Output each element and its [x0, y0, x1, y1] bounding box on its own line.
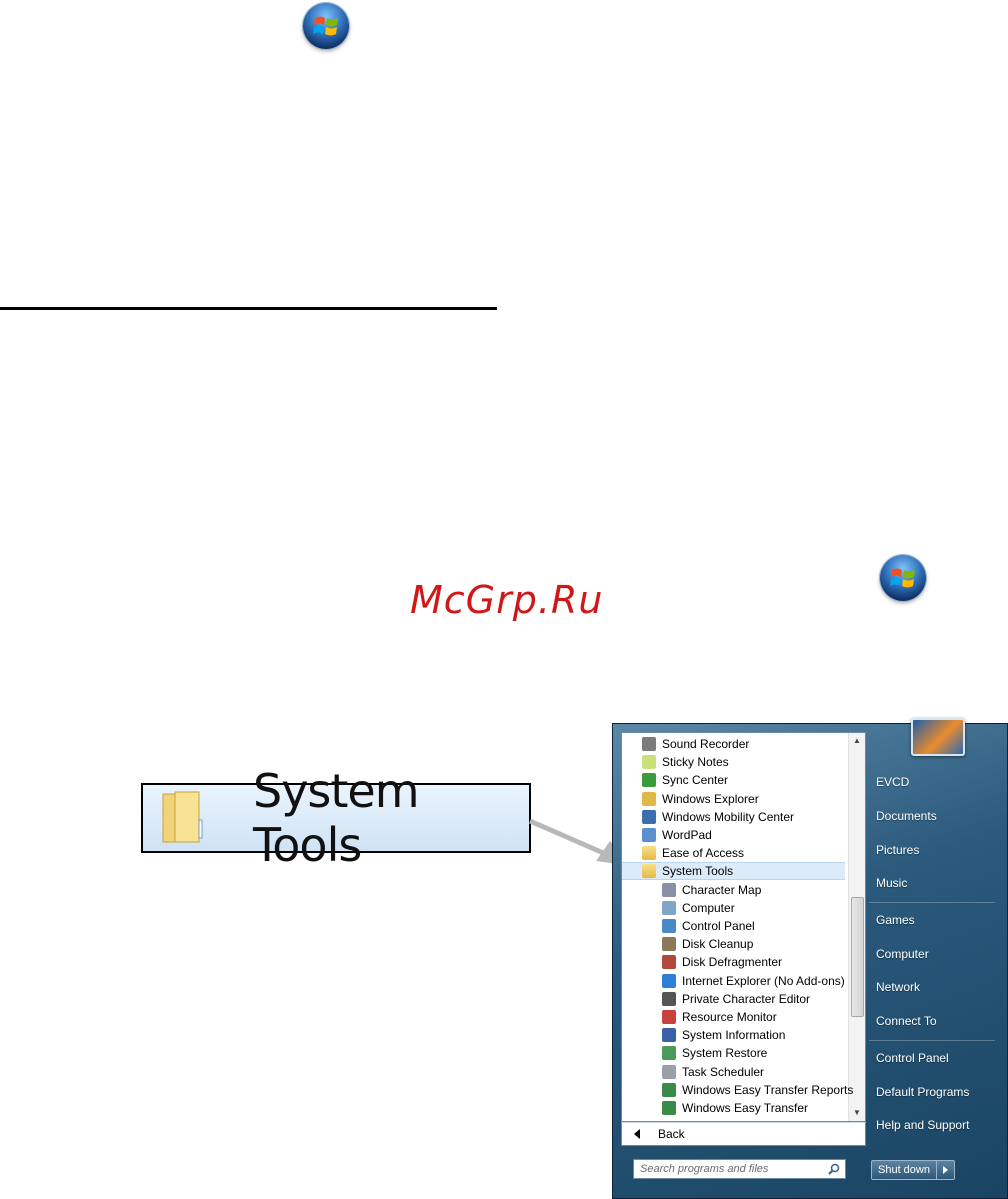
- program-label: Task Scheduler: [682, 1064, 765, 1079]
- scrollbar-thumb[interactable]: [851, 897, 864, 1017]
- program-item[interactable]: Windows Easy Transfer: [622, 1099, 808, 1117]
- program-item[interactable]: Character Map: [622, 881, 761, 899]
- program-label: Disk Defragmenter: [682, 955, 783, 970]
- games-link[interactable]: Games: [876, 913, 915, 927]
- start-orb-icon: [880, 555, 926, 601]
- search-icon[interactable]: [828, 1163, 840, 1175]
- default-programs-link[interactable]: Default Programs: [876, 1085, 969, 1099]
- program-label: System Information: [682, 1028, 786, 1043]
- system-restore-icon: [662, 1046, 676, 1061]
- laptop-icon: [642, 809, 656, 824]
- program-item[interactable]: Windows Explorer: [622, 790, 759, 808]
- control-panel-link[interactable]: Control Panel: [876, 1051, 949, 1065]
- program-label: Resource Monitor: [682, 1010, 777, 1024]
- clock-icon: [662, 1064, 676, 1079]
- system-tools-callout: System Tools: [141, 764, 531, 872]
- program-label: System Tools: [662, 864, 734, 879]
- back-arrow-icon: [634, 1129, 640, 1139]
- sticky-notes-icon: [642, 755, 656, 770]
- program-item[interactable]: Sticky Notes: [622, 753, 729, 771]
- callout-label: System Tools: [253, 764, 420, 872]
- start-menu: ▲ ▼ Sound Recorder Sticky Notes Sync Cente…: [612, 718, 1008, 1199]
- connect-to-link[interactable]: Connect To: [876, 1014, 937, 1028]
- scroll-up-arrow-icon[interactable]: ▲: [849, 733, 865, 749]
- network-link[interactable]: Network: [876, 980, 920, 994]
- pictures-link[interactable]: Pictures: [876, 843, 919, 857]
- back-button[interactable]: Back: [621, 1122, 866, 1146]
- scroll-down-arrow-icon[interactable]: ▼: [849, 1105, 865, 1121]
- horizontal-rule: [0, 307, 497, 310]
- program-item[interactable]: Control Panel: [622, 917, 755, 935]
- disk-cleanup-icon: [662, 937, 676, 952]
- easy-transfer-icon: [662, 1082, 676, 1097]
- program-item[interactable]: Private Character Editor: [622, 990, 810, 1008]
- easy-transfer-icon: [662, 1101, 676, 1115]
- program-item[interactable]: Computer: [622, 899, 735, 917]
- control-panel-icon: [662, 919, 676, 933]
- search-input[interactable]: Search programs and files: [633, 1159, 846, 1179]
- program-label: Internet Explorer (No Add-ons): [682, 973, 845, 988]
- menu-separator: [869, 1040, 995, 1041]
- scrollbar[interactable]: ▲ ▼: [848, 733, 865, 1121]
- program-item[interactable]: Windows Easy Transfer Reports: [622, 1081, 853, 1099]
- program-item[interactable]: Disk Defragmenter: [622, 953, 782, 971]
- folder-icon: [642, 846, 656, 861]
- programs-list: ▲ ▼ Sound Recorder Sticky Notes Sync Cente…: [621, 732, 866, 1122]
- program-item[interactable]: Task Scheduler: [622, 1063, 764, 1081]
- sync-icon: [642, 773, 656, 788]
- shutdown-options-arrow-icon[interactable]: [936, 1160, 955, 1180]
- program-label: Windows Easy Transfer Reports: [682, 1082, 854, 1097]
- user-name-link[interactable]: EVCD: [876, 775, 909, 789]
- program-item[interactable]: Disk Cleanup: [622, 935, 753, 953]
- program-item[interactable]: Sync Center: [622, 771, 728, 789]
- microphone-icon: [642, 737, 656, 751]
- user-avatar[interactable]: [911, 718, 965, 756]
- program-item[interactable]: System Restore: [622, 1044, 767, 1062]
- program-item[interactable]: System Information: [622, 1026, 785, 1044]
- computer-icon: [662, 900, 676, 915]
- resource-monitor-icon: [662, 1010, 676, 1024]
- program-item[interactable]: Internet Explorer (No Add-ons): [622, 972, 845, 990]
- program-label: Sticky Notes: [662, 755, 729, 770]
- program-item[interactable]: Ease of Access: [622, 844, 744, 862]
- folder-explorer-icon: [642, 791, 656, 806]
- program-label: Private Character Editor: [682, 991, 811, 1006]
- internet-explorer-icon: [662, 973, 676, 988]
- watermark: McGrp.Ru: [410, 578, 604, 622]
- program-label: Ease of Access: [662, 846, 745, 861]
- folder-icon: [642, 864, 656, 879]
- program-item[interactable]: WordPad: [622, 826, 712, 844]
- back-label: Back: [658, 1127, 685, 1141]
- program-label: Windows Mobility Center: [662, 809, 795, 824]
- folder-icon: [161, 790, 209, 846]
- program-label: Windows Easy Transfer: [682, 1101, 809, 1115]
- shutdown-button[interactable]: Shut down: [871, 1160, 937, 1180]
- program-label: Sync Center: [662, 773, 729, 788]
- program-item[interactable]: Resource Monitor: [622, 1008, 777, 1026]
- program-label: Windows Explorer: [662, 791, 759, 806]
- music-link[interactable]: Music: [876, 876, 907, 890]
- program-label: System Restore: [682, 1046, 768, 1061]
- wordpad-icon: [642, 828, 656, 842]
- search-placeholder: Search programs and files: [640, 1163, 769, 1175]
- program-item[interactable]: Sound Recorder: [622, 735, 749, 753]
- program-label: Computer: [682, 900, 735, 915]
- help-support-link[interactable]: Help and Support: [876, 1118, 969, 1132]
- computer-link[interactable]: Computer: [876, 947, 929, 961]
- program-label: WordPad: [662, 828, 712, 842]
- character-editor-icon: [662, 991, 676, 1006]
- shutdown-group: Shut down: [871, 1160, 955, 1180]
- program-label: Disk Cleanup: [682, 937, 754, 952]
- program-item[interactable]: System Tools: [622, 862, 845, 881]
- program-label: Sound Recorder: [662, 737, 750, 751]
- program-label: Character Map: [682, 882, 762, 897]
- defrag-icon: [662, 955, 676, 970]
- documents-link[interactable]: Documents: [876, 809, 937, 823]
- start-orb-icon: [303, 3, 349, 49]
- program-item[interactable]: Windows Mobility Center: [622, 808, 794, 826]
- system-info-icon: [662, 1028, 676, 1043]
- program-label: Control Panel: [682, 919, 755, 933]
- menu-separator: [869, 902, 995, 903]
- character-map-icon: [662, 882, 676, 897]
